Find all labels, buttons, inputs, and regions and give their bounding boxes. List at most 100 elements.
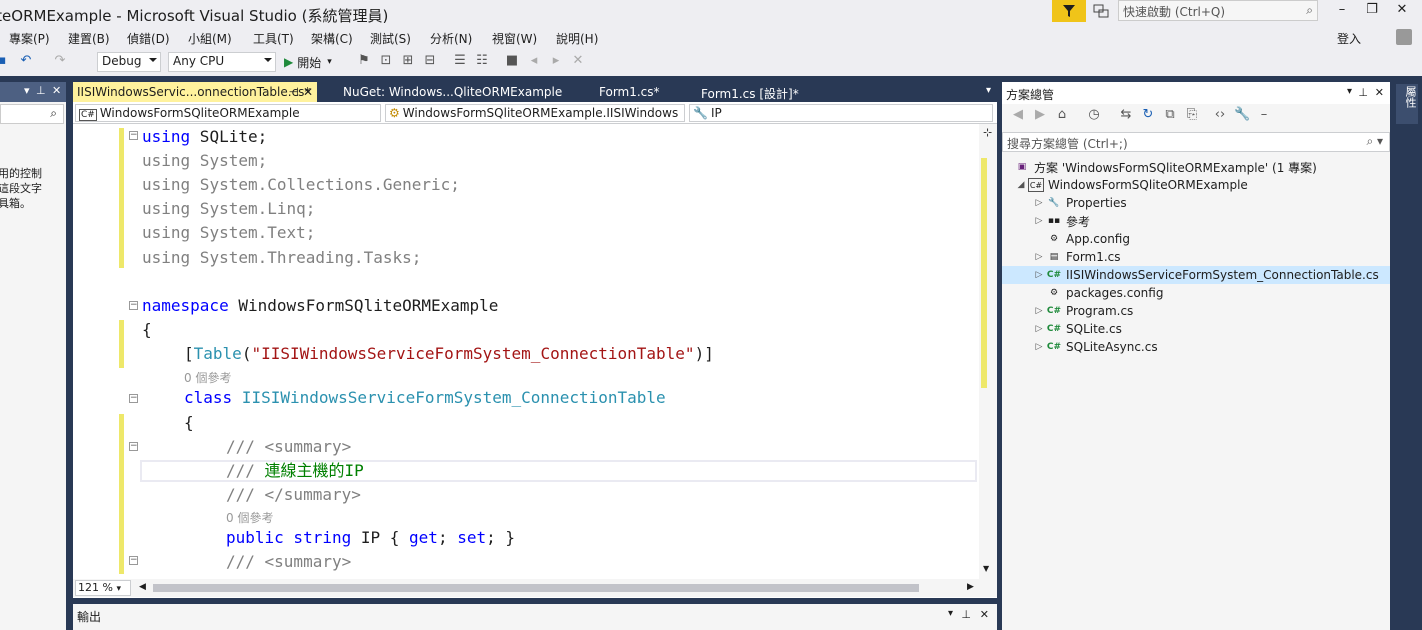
pin-icon[interactable]: ⊥: [1358, 86, 1368, 99]
expand-arrow-icon[interactable]: ▷: [1032, 324, 1046, 334]
comment-icon[interactable]: ☰: [452, 53, 468, 69]
tree-node-program[interactable]: ▷ C# Program.cs: [1032, 302, 1134, 320]
bookmark-icon[interactable]: ■: [504, 53, 520, 69]
expand-arrow-icon[interactable]: ▷: [1032, 270, 1046, 280]
next-bookmark-icon[interactable]: ▸: [548, 53, 564, 69]
tree-node-connection-table[interactable]: ▷ C# IISIWindowsServiceFormSystem_Connecti…: [1002, 266, 1390, 284]
uncomment-icon[interactable]: ☷: [474, 53, 490, 69]
forward-icon[interactable]: ▶: [1032, 107, 1048, 123]
menu-window[interactable]: 視窗(W): [492, 30, 537, 47]
tree-node-sqlite-async[interactable]: ▷ C# SQLiteAsync.cs: [1032, 338, 1158, 356]
tab-form1-design[interactable]: Form1.cs [設計]*: [697, 82, 803, 102]
prev-bookmark-icon[interactable]: ◂: [526, 53, 542, 69]
outline-collapse-icon[interactable]: −: [129, 131, 138, 140]
class-navigation-select[interactable]: ⚙ WindowsFormSQliteORMExample.IISIWindows: [385, 104, 685, 122]
member-navigation-select[interactable]: 🔧 IP: [689, 104, 993, 122]
outline-collapse-icon[interactable]: −: [129, 394, 138, 403]
outline-collapse-icon[interactable]: −: [129, 301, 138, 310]
tab-nuget[interactable]: NuGet: Windows...QliteORMExample: [339, 82, 566, 102]
close-icon[interactable]: ✕: [303, 85, 313, 99]
expand-arrow-icon[interactable]: ▷: [1032, 198, 1046, 208]
zoom-select[interactable]: 121 % ▾: [75, 580, 131, 596]
pin-icon[interactable]: ⊥: [961, 608, 971, 621]
refresh-icon[interactable]: ↻: [1140, 107, 1156, 123]
properties-side-tab[interactable]: 屬性: [1396, 84, 1418, 124]
expand-arrow-icon[interactable]: ▷: [1032, 342, 1046, 352]
menu-analyze[interactable]: 分析(N): [430, 30, 472, 47]
codelens-references[interactable]: 0 個參考: [184, 369, 231, 386]
save-all-icon[interactable]: ▪: [0, 53, 10, 69]
tab-overflow-icon[interactable]: ▾: [986, 85, 991, 96]
minimize-button[interactable]: –: [1332, 2, 1352, 20]
menu-architecture[interactable]: 架構(C): [311, 30, 353, 47]
show-all-files-icon[interactable]: ⎘: [1184, 107, 1200, 123]
solution-platform-select[interactable]: Any CPU: [168, 52, 276, 72]
horizontal-scroll-thumb[interactable]: [153, 584, 919, 592]
feedback-icon[interactable]: [1092, 2, 1110, 20]
menu-build[interactable]: 建置(B): [68, 30, 110, 47]
outline-collapse-icon[interactable]: −: [129, 556, 138, 565]
menu-team[interactable]: 小組(M): [188, 30, 232, 47]
redo-icon[interactable]: ↷: [52, 53, 68, 69]
dropdown-icon[interactable]: ▾: [1347, 86, 1352, 97]
solution-search-input[interactable]: 搜尋方案總管 (Ctrl+;) ⌕ ▾: [1002, 132, 1390, 152]
clear-bookmark-icon[interactable]: ✕: [570, 53, 586, 69]
split-icon[interactable]: ⊟: [422, 53, 438, 69]
solution-config-select[interactable]: Debug: [97, 52, 161, 72]
notification-filter-button[interactable]: [1052, 0, 1086, 22]
tree-node-app-config[interactable]: ⚙ App.config: [1046, 230, 1130, 248]
close-icon[interactable]: ✕: [980, 608, 989, 621]
home-icon[interactable]: ⌂: [1054, 107, 1070, 123]
properties-icon[interactable]: 🔧: [1234, 107, 1250, 123]
scroll-right-icon[interactable]: ▶: [967, 582, 974, 592]
tree-node-properties[interactable]: ▷ 🔧 Properties: [1032, 194, 1127, 212]
start-button[interactable]: ▶ 開始 ▾: [284, 53, 332, 71]
expand-arrow-icon[interactable]: ▷: [1032, 306, 1046, 316]
pin-icon[interactable]: ⊥: [36, 84, 46, 97]
navigate-icon[interactable]: ⊡: [378, 53, 394, 69]
pin-icon[interactable]: ⊣: [289, 85, 299, 99]
close-icon[interactable]: ✕: [1375, 86, 1384, 99]
back-icon[interactable]: ◀: [1010, 107, 1026, 123]
vertical-scrollbar[interactable]: ⊹ ▼: [979, 124, 997, 579]
outline-collapse-icon[interactable]: −: [129, 442, 138, 451]
sign-in-link[interactable]: 登入: [1337, 30, 1361, 47]
project-navigation-select[interactable]: C# WindowsFormSQliteORMExample: [75, 104, 381, 122]
quick-launch-input[interactable]: 快速啟動 (Ctrl+Q) ⌕: [1118, 0, 1318, 21]
tree-node-project[interactable]: ◢ C# WindowsFormSQliteORMExample: [1014, 176, 1248, 194]
menu-project[interactable]: 專案(P): [9, 30, 50, 47]
maximize-button[interactable]: ❐: [1362, 2, 1382, 20]
toolbox-search-input[interactable]: ⌕: [0, 104, 64, 124]
undo-icon[interactable]: ↶: [18, 53, 34, 69]
menu-test[interactable]: 測試(S): [370, 30, 411, 47]
dropdown-icon[interactable]: ▾: [24, 84, 30, 97]
account-icon[interactable]: [1396, 29, 1412, 45]
preview-icon[interactable]: –: [1256, 107, 1272, 123]
tab-connection-table[interactable]: IISIWindowsServic...onnectionTable.cs* ⊣…: [73, 82, 317, 102]
expand-arrow-icon[interactable]: ▷: [1032, 216, 1046, 226]
scroll-down-icon[interactable]: ▼: [983, 564, 989, 573]
menu-help[interactable]: 說明(H): [556, 30, 598, 47]
tree-node-sqlite[interactable]: ▷ C# SQLite.cs: [1032, 320, 1122, 338]
find-icon[interactable]: ⚑: [356, 53, 372, 69]
codelens-references[interactable]: 0 個參考: [226, 509, 273, 526]
view-code-icon[interactable]: ‹›: [1212, 107, 1228, 123]
sync-icon[interactable]: ⇆: [1118, 107, 1134, 123]
collapse-arrow-icon[interactable]: ◢: [1014, 180, 1028, 190]
expand-arrow-icon[interactable]: ▷: [1032, 252, 1046, 262]
tree-node-solution[interactable]: ▣ 方案 'WindowsFormSQliteORMExample' (1 專案): [1014, 158, 1317, 176]
close-icon[interactable]: ✕: [52, 84, 61, 97]
tree-node-form1[interactable]: ▷ ▤ Form1.cs: [1032, 248, 1121, 266]
split-view-icon[interactable]: ⊹: [983, 126, 992, 139]
menu-tools[interactable]: 工具(T): [253, 30, 294, 47]
tab-form1-code[interactable]: Form1.cs*: [595, 82, 664, 102]
history-icon[interactable]: ◷: [1086, 107, 1102, 123]
collapse-all-icon[interactable]: ⧉: [1162, 107, 1178, 123]
close-button[interactable]: ✕: [1392, 2, 1412, 20]
solution-config-icon[interactable]: ⊞: [400, 53, 416, 69]
code-view[interactable]: − − − − − using SQLite; using System; us…: [73, 124, 981, 579]
menu-debug[interactable]: 偵錯(D): [127, 30, 170, 47]
scroll-left-icon[interactable]: ◀: [139, 582, 146, 592]
dropdown-icon[interactable]: ▾: [948, 608, 953, 619]
tree-node-packages-config[interactable]: ⚙ packages.config: [1046, 284, 1164, 302]
